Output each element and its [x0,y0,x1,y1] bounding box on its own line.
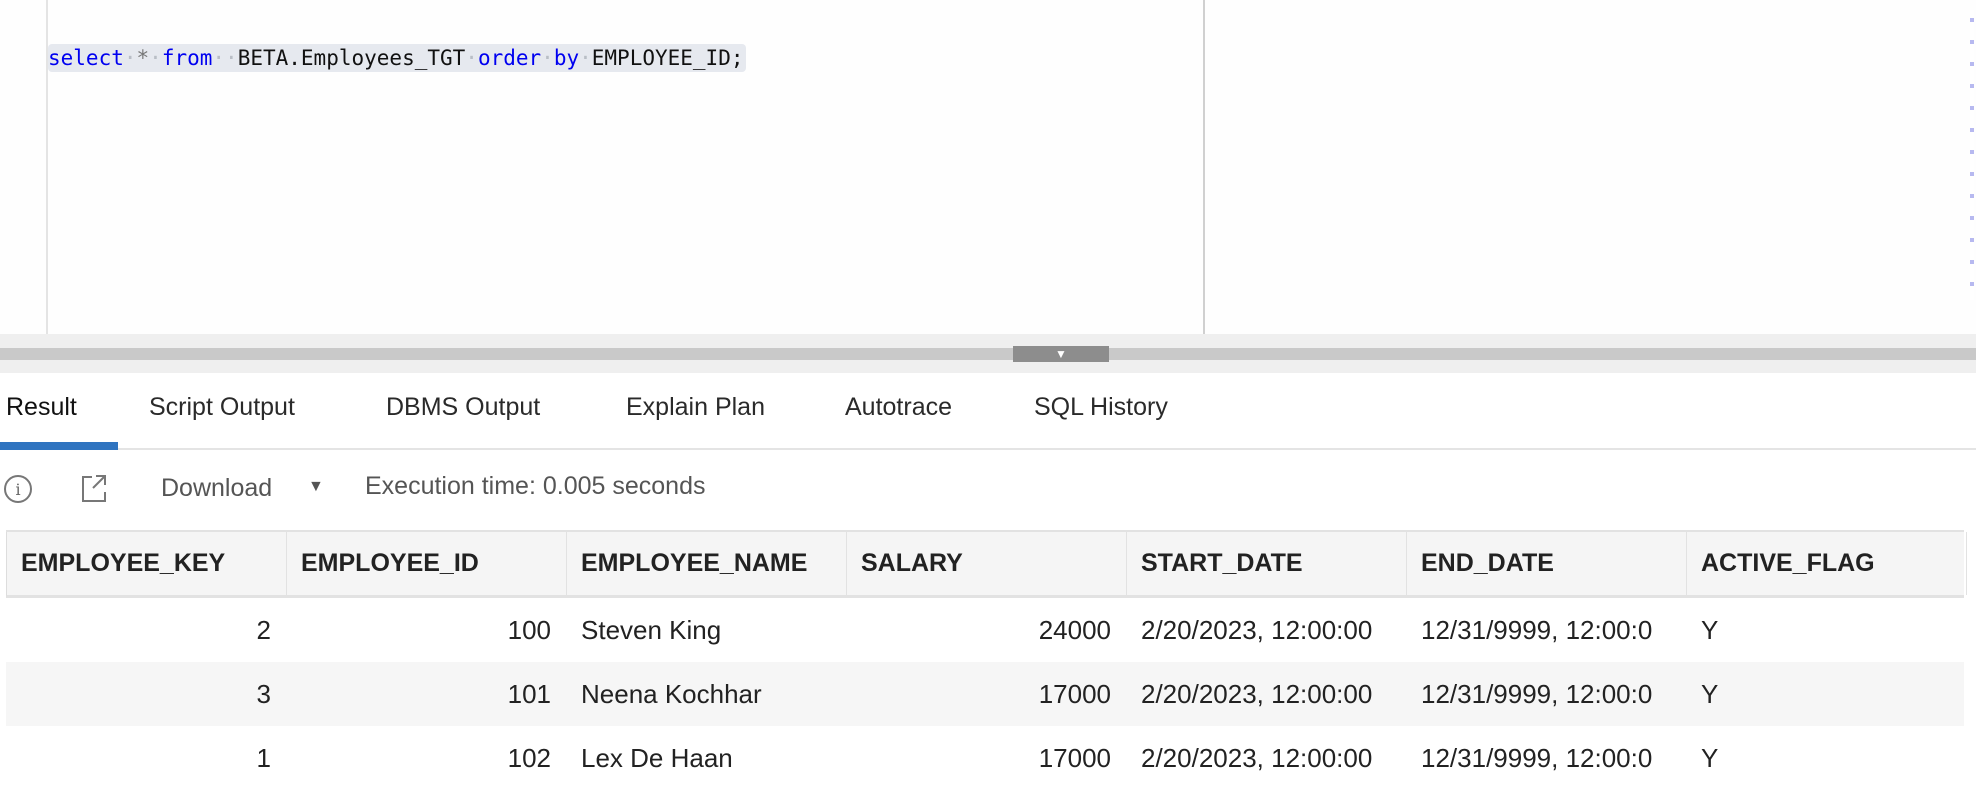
cell[interactable]: 2 [6,598,286,662]
keyword-select: select [48,46,124,70]
cell[interactable]: Steven King [566,598,846,662]
star-token: * [136,46,150,70]
cell[interactable]: Y [1686,726,1966,790]
column-header[interactable]: ACTIVE_FLAG [1687,532,1967,595]
editor-divider [1203,0,1205,334]
result-grid: EMPLOYEE_KEY EMPLOYEE_ID EMPLOYEE_NAME S… [6,530,1967,790]
info-icon[interactable]: i [4,475,32,503]
cell[interactable]: 24000 [846,598,1126,662]
result-toolbar: i Download ▼ Execution time: 0.005 secon… [0,450,1976,530]
tab-autotrace[interactable]: Autotrace [845,393,952,422]
cell[interactable]: 3 [6,662,286,726]
cell[interactable]: 12/31/9999, 12:00:0 [1406,598,1686,662]
column-header[interactable]: EMPLOYEE_NAME [567,532,847,595]
column-header[interactable]: EMPLOYEE_ID [287,532,567,595]
minimap[interactable] [1970,10,1974,300]
splitter-bar [0,348,1976,360]
table-header: EMPLOYEE_KEY EMPLOYEE_ID EMPLOYEE_NAME S… [6,532,1967,598]
chevron-down-icon: ▼ [1055,347,1067,361]
cell[interactable]: 2/20/2023, 12:00:00 [1126,598,1406,662]
tab-explain-plan[interactable]: Explain Plan [626,393,765,422]
keyword-by: by [553,46,580,70]
column-header[interactable]: EMPLOYEE_KEY [7,532,287,595]
cell[interactable]: Lex De Haan [566,726,846,790]
download-dropdown-icon[interactable]: ▼ [308,478,324,496]
table-row[interactable]: 1 102 Lex De Haan 17000 2/20/2023, 12:00… [6,726,1964,790]
cell[interactable]: 100 [286,598,566,662]
column-header[interactable]: END_DATE [1407,532,1687,595]
cell[interactable]: Y [1686,662,1966,726]
cell[interactable]: 12/31/9999, 12:00:0 [1406,726,1686,790]
splitter-handle[interactable]: ▼ [1013,346,1109,362]
execution-time: Execution time: 0.005 seconds [365,472,706,500]
column-token: EMPLOYEE_ID; [591,46,744,70]
keyword-order: order [477,46,542,70]
table-row[interactable]: 3 101 Neena Kochhar 17000 2/20/2023, 12:… [6,662,1964,726]
keyword-from: from [161,46,213,70]
cell[interactable]: 101 [286,662,566,726]
table-name-token: BETA.Employees_TGT [237,46,466,70]
tab-sql-history[interactable]: SQL History [1034,393,1168,422]
tab-dbms-output[interactable]: DBMS Output [386,393,540,422]
cell[interactable]: 102 [286,726,566,790]
table-row[interactable]: 2 100 Steven King 24000 2/20/2023, 12:00… [6,598,1964,662]
code-line[interactable]: select·*·from··BETA.Employees_TGT·order·… [48,44,747,72]
open-external-icon[interactable] [80,473,108,503]
cell[interactable]: 17000 [846,726,1126,790]
sql-editor[interactable]: select·*·from··BETA.Employees_TGT·order·… [0,0,1976,334]
column-header[interactable]: START_DATE [1127,532,1407,595]
cell[interactable]: Neena Kochhar [566,662,846,726]
cell[interactable]: 12/31/9999, 12:00:0 [1406,662,1686,726]
output-tabs: Result Script Output DBMS Output Explain… [0,373,1976,450]
cell[interactable]: 17000 [846,662,1126,726]
cell[interactable]: Y [1686,598,1966,662]
cell[interactable]: 1 [6,726,286,790]
tab-script-output[interactable]: Script Output [149,393,295,422]
column-header[interactable]: SALARY [847,532,1127,595]
download-button[interactable]: Download [161,474,272,503]
active-tab-indicator [0,442,118,450]
cell[interactable]: 2/20/2023, 12:00:00 [1126,662,1406,726]
cell[interactable]: 2/20/2023, 12:00:00 [1126,726,1406,790]
pane-splitter[interactable]: ▼ [0,334,1976,373]
tab-result[interactable]: Result [6,393,77,422]
